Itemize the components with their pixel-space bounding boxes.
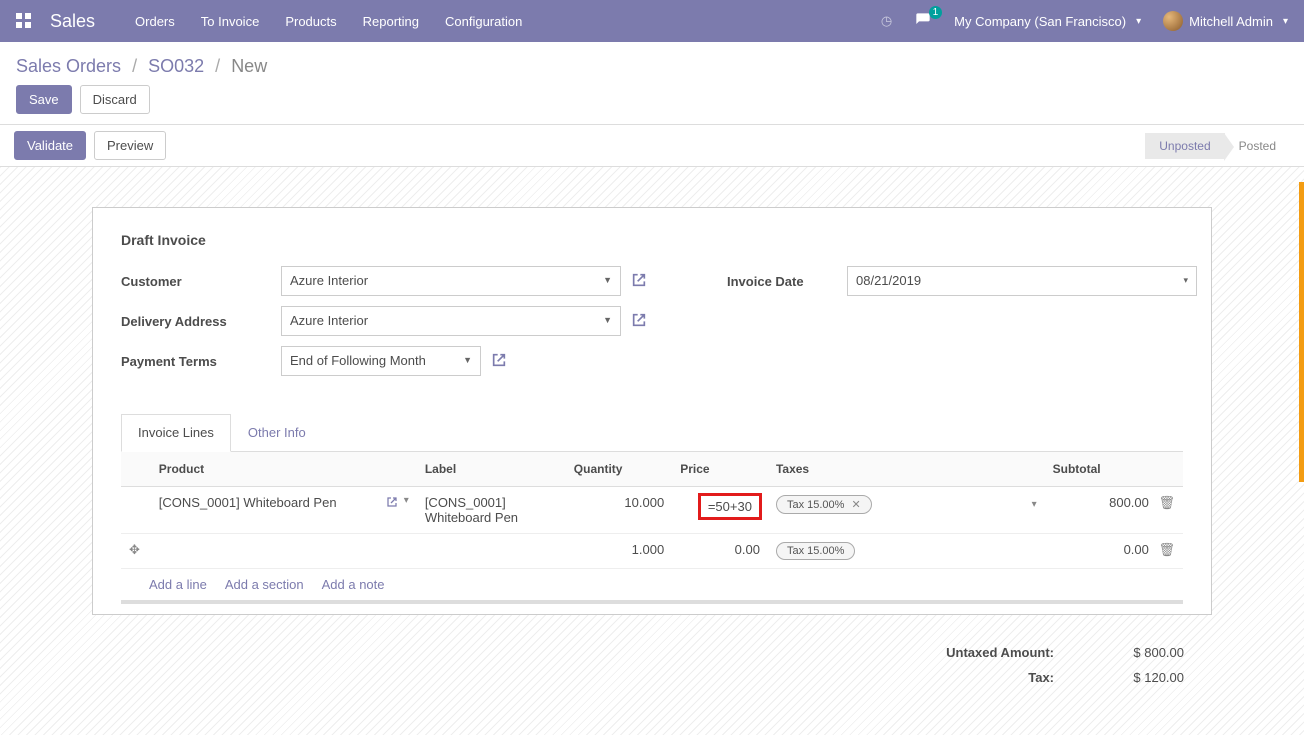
taxes-cell[interactable]: Tax 15.00% ✕▾ (768, 487, 1045, 534)
external-link-icon[interactable] (386, 495, 398, 511)
drag-handle-icon[interactable]: ✥ (129, 542, 140, 557)
control-bar: Save Discard (0, 85, 1304, 124)
chevron-down-icon: ▼ (603, 315, 612, 325)
form-sheet: Draft Invoice Customer Azure Interior ▼ (92, 207, 1212, 615)
breadcrumb-so[interactable]: SO032 (148, 56, 204, 76)
nav-orders[interactable]: Orders (135, 14, 175, 29)
th-taxes: Taxes (768, 452, 1045, 487)
tax-chip[interactable]: Tax 15.00% (776, 542, 855, 560)
th-quantity: Quantity (566, 452, 672, 487)
label-terms: Payment Terms (121, 354, 281, 369)
status-unposted[interactable]: Unposted (1145, 133, 1224, 159)
untaxed-label: Untaxed Amount: (894, 645, 1054, 660)
top-navbar: Sales Orders To Invoice Products Reporti… (0, 0, 1304, 42)
app-brand[interactable]: Sales (50, 11, 95, 32)
table-row: ✥ 1.0000.00 Tax 15.00% 0.00 🗑 (121, 534, 1183, 569)
tab-invoice-lines[interactable]: Invoice Lines (121, 414, 231, 452)
external-link-icon[interactable] (631, 312, 647, 331)
tab-other-info[interactable]: Other Info (231, 414, 323, 451)
customer-field[interactable]: Azure Interior ▼ (281, 266, 621, 296)
save-button[interactable]: Save (16, 85, 72, 114)
tax-chip[interactable]: Tax 15.00% ✕ (776, 495, 872, 514)
remove-tax-icon[interactable]: ✕ (852, 499, 861, 511)
product-cell[interactable]: [CONS_0001] Whiteboard Pen (159, 495, 337, 510)
scroll-indicator[interactable] (1299, 182, 1304, 482)
status-strip: Validate Preview Unposted Posted (0, 124, 1304, 167)
chevron-down-icon: ▾ (1136, 16, 1141, 27)
preview-button[interactable]: Preview (94, 131, 166, 160)
invoice-date-field[interactable]: 08/21/2019 ▾ (847, 266, 1197, 296)
sheet-title: Draft Invoice (121, 232, 1183, 248)
customer-value: Azure Interior (290, 273, 368, 288)
company-selector[interactable]: My Company (San Francisco) ▾ (954, 14, 1141, 29)
nav-products[interactable]: Products (285, 14, 336, 29)
totals: Untaxed Amount: $ 800.00 Tax: $ 120.00 (92, 645, 1212, 695)
chat-icon[interactable]: 1 (914, 12, 932, 31)
label-delivery: Delivery Address (121, 314, 281, 329)
price-cell[interactable]: 0.00 (672, 534, 768, 569)
price-cell[interactable]: =50+30 (672, 487, 768, 534)
delivery-value: Azure Interior (290, 313, 368, 328)
subtotal-cell: 0.00 🗑 (1045, 534, 1183, 569)
user-menu[interactable]: Mitchell Admin ▾ (1163, 11, 1288, 31)
chevron-down-icon: ▾ (1183, 275, 1188, 286)
th-label: Label (417, 452, 566, 487)
delete-row-icon[interactable]: 🗑 (1158, 542, 1175, 557)
label-cell[interactable]: [CONS_0001] Whiteboard Pen (417, 487, 566, 534)
th-price: Price (672, 452, 768, 487)
nav-to-invoice[interactable]: To Invoice (201, 14, 260, 29)
external-link-icon[interactable] (631, 272, 647, 291)
nav-reporting[interactable]: Reporting (363, 14, 419, 29)
breadcrumb-root[interactable]: Sales Orders (16, 56, 121, 76)
nav-menu: Orders To Invoice Products Reporting Con… (135, 14, 881, 29)
tax-value: $ 120.00 (1094, 670, 1184, 685)
chat-badge-count: 1 (929, 6, 943, 19)
nav-configuration[interactable]: Configuration (445, 14, 522, 29)
quantity-cell[interactable]: 10.000 (566, 487, 672, 534)
status-pills: Unposted Posted (1145, 133, 1290, 159)
avatar (1163, 11, 1183, 31)
th-subtotal: Subtotal (1045, 452, 1183, 487)
tabs: Invoice Lines Other Info (121, 414, 1183, 452)
tax-label: Tax: (894, 670, 1054, 685)
label-cell[interactable] (417, 534, 566, 569)
user-name: Mitchell Admin (1189, 14, 1273, 29)
subtotal-cell: 800.00 🗑 (1045, 487, 1183, 534)
company-name: My Company (San Francisco) (954, 14, 1126, 29)
delivery-field[interactable]: Azure Interior ▼ (281, 306, 621, 336)
delete-row-icon[interactable]: 🗑 (1158, 495, 1175, 510)
external-link-icon[interactable] (491, 352, 507, 371)
status-posted[interactable]: Posted (1225, 133, 1290, 159)
chevron-down-icon: ▼ (603, 275, 612, 285)
invoice-lines-table: Product Label Quantity Price Taxes Subto… (121, 452, 1183, 606)
discard-button[interactable]: Discard (80, 85, 150, 114)
breadcrumb-current: New (231, 56, 267, 76)
breadcrumb: Sales Orders / SO032 / New (0, 42, 1304, 85)
taxes-cell[interactable]: Tax 15.00% (768, 534, 1045, 569)
chevron-down-icon: ▼ (463, 355, 472, 365)
table-row: [CONS_0001] Whiteboard Pen ▾ [CONS_0001]… (121, 487, 1183, 534)
terms-field[interactable]: End of Following Month ▼ (281, 346, 481, 376)
untaxed-value: $ 800.00 (1094, 645, 1184, 660)
label-invoice-date: Invoice Date (727, 274, 847, 289)
terms-value: End of Following Month (290, 353, 426, 368)
clock-icon[interactable]: ◷ (881, 13, 892, 29)
invoice-date-value: 08/21/2019 (856, 273, 921, 288)
chevron-down-icon: ▾ (1283, 16, 1288, 27)
label-customer: Customer (121, 274, 281, 289)
add-note-link[interactable]: Add a note (322, 577, 385, 592)
add-section-link[interactable]: Add a section (225, 577, 304, 592)
quantity-cell[interactable]: 1.000 (566, 534, 672, 569)
validate-button[interactable]: Validate (14, 131, 86, 160)
th-product: Product (151, 452, 417, 487)
add-line-link[interactable]: Add a line (149, 577, 207, 592)
apps-icon[interactable] (16, 13, 32, 29)
